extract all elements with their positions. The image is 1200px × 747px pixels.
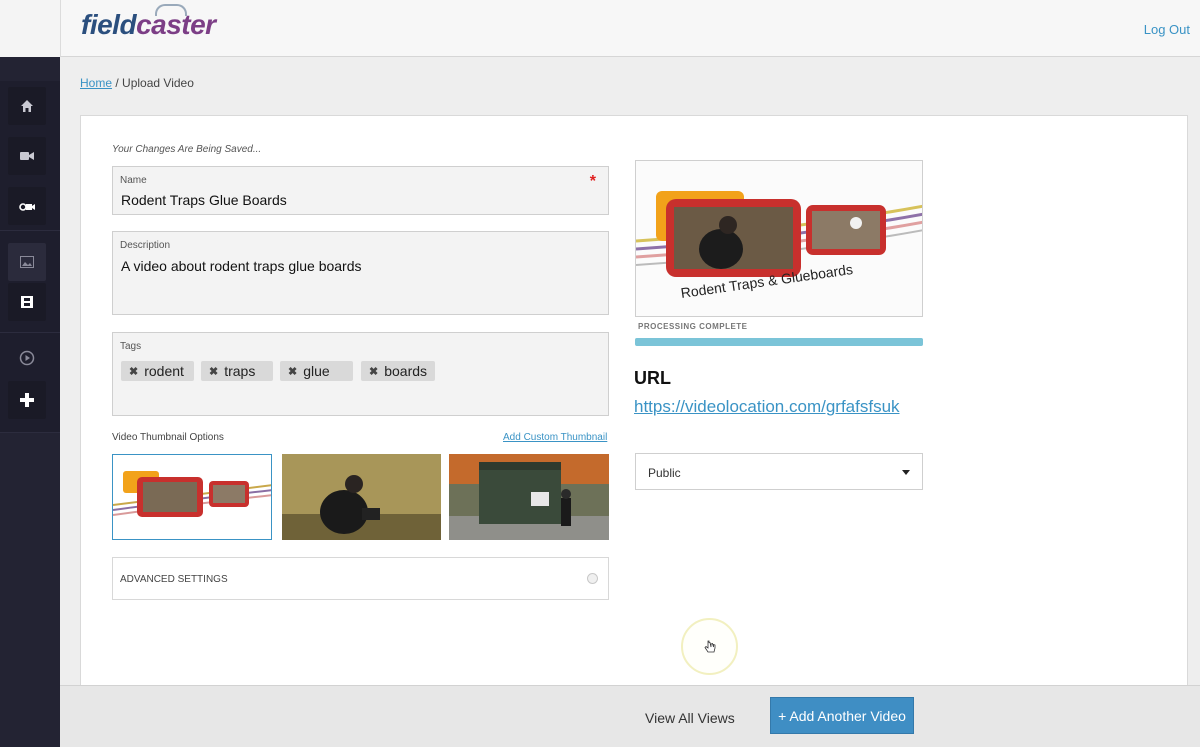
breadcrumb: Home / Upload Video bbox=[80, 76, 194, 90]
video-preview[interactable]: Rodent Traps & Glueboards bbox=[635, 160, 923, 317]
remove-tag-icon[interactable]: ✖ bbox=[288, 365, 297, 378]
logo-text-field: field bbox=[81, 9, 137, 40]
film-icon bbox=[21, 296, 33, 308]
video-url-link[interactable]: https://videolocation.com/grfafsfsuk bbox=[634, 397, 900, 417]
required-marker: * bbox=[589, 173, 596, 190]
name-field-label: Name bbox=[120, 175, 147, 186]
url-heading: URL bbox=[634, 368, 671, 388]
processing-progress-bar bbox=[635, 338, 923, 346]
remove-tag-icon[interactable]: ✖ bbox=[129, 365, 138, 378]
image-icon bbox=[20, 256, 34, 268]
sidebar-group-actions bbox=[0, 333, 60, 433]
sidebar-group-media bbox=[0, 231, 60, 333]
sidebar-item-play[interactable] bbox=[8, 339, 46, 377]
scene-1-thumbnail-image bbox=[282, 454, 441, 540]
processing-progress-fill bbox=[635, 338, 923, 346]
logo-corner bbox=[0, 0, 60, 57]
logo-cloud-icon bbox=[155, 4, 187, 16]
sidebar-item-add[interactable] bbox=[8, 381, 46, 419]
advanced-settings-label: ADVANCED SETTINGS bbox=[120, 574, 228, 585]
video-camera-icon bbox=[20, 152, 34, 160]
description-field-value[interactable]: A video about rodent traps glue boards bbox=[121, 258, 362, 274]
play-circle-icon bbox=[19, 350, 35, 366]
name-field-value[interactable]: Rodent Traps Glue Boards bbox=[121, 192, 287, 208]
scene-2-thumbnail-image bbox=[449, 454, 609, 540]
thumbnail-option-scene-2[interactable] bbox=[449, 454, 609, 540]
thumbnail-options-label: Video Thumbnail Options bbox=[112, 432, 224, 443]
top-bar: fieldcaster Log Out bbox=[60, 0, 1200, 57]
cursor-click-indicator bbox=[681, 618, 738, 675]
sidebar-item-films[interactable] bbox=[8, 283, 46, 321]
expand-circle-icon[interactable] bbox=[587, 573, 598, 584]
caret-down-icon bbox=[902, 470, 910, 475]
view-all-views-link[interactable]: View All Views bbox=[645, 710, 735, 726]
hand-pointer-icon bbox=[703, 640, 715, 652]
tag-chip[interactable]: ✖ traps bbox=[201, 361, 273, 381]
description-field[interactable]: Description A video about rodent traps g… bbox=[112, 231, 609, 315]
tag-label: glue bbox=[303, 363, 330, 379]
sidebar-item-videos[interactable] bbox=[8, 137, 46, 175]
thumbnail-option-scene-1[interactable] bbox=[282, 454, 441, 540]
thumbnail-option-title-card[interactable] bbox=[112, 454, 272, 540]
saving-status: Your Changes Are Being Saved... bbox=[112, 144, 262, 155]
breadcrumb-current: Upload Video bbox=[122, 76, 194, 90]
bottom-action-bar: View All Views + Add Another Video bbox=[60, 685, 1200, 747]
home-icon bbox=[21, 100, 33, 112]
breadcrumb-separator: / bbox=[115, 76, 119, 90]
upload-video-panel: Your Changes Are Being Saved... Name * R… bbox=[80, 115, 1188, 687]
tag-label: rodent bbox=[144, 363, 184, 379]
add-custom-thumbnail-link[interactable]: Add Custom Thumbnail bbox=[503, 432, 607, 443]
name-field[interactable]: Name * Rodent Traps Glue Boards bbox=[112, 166, 609, 215]
tag-chip[interactable]: ✖ rodent bbox=[121, 361, 194, 381]
remove-tag-icon[interactable]: ✖ bbox=[209, 365, 218, 378]
description-field-label: Description bbox=[120, 240, 171, 251]
tags-field[interactable]: Tags ✖ rodent ✖ traps ✖ glue ✖ boards bbox=[112, 332, 609, 416]
advanced-settings-toggle[interactable]: ADVANCED SETTINGS bbox=[112, 557, 609, 600]
tag-chip[interactable]: ✖ glue bbox=[280, 361, 353, 381]
visibility-select-value: Public bbox=[648, 466, 681, 480]
video-preview-image bbox=[636, 161, 922, 316]
sidebar-item-images[interactable] bbox=[8, 243, 46, 281]
plus-icon bbox=[20, 393, 34, 407]
tags-field-label: Tags bbox=[120, 341, 142, 352]
logout-link[interactable]: Log Out bbox=[1144, 22, 1190, 37]
sidebar bbox=[0, 57, 60, 747]
visibility-select[interactable]: Public bbox=[635, 453, 923, 490]
tag-chip[interactable]: ✖ boards bbox=[361, 361, 435, 381]
camcorder-icon bbox=[19, 203, 35, 211]
tag-label: boards bbox=[384, 363, 428, 379]
title-card-thumbnail-image bbox=[113, 455, 271, 539]
breadcrumb-home-link[interactable]: Home bbox=[80, 76, 112, 90]
sidebar-item-home[interactable] bbox=[8, 87, 46, 125]
sidebar-item-upload[interactable] bbox=[8, 187, 46, 225]
remove-tag-icon[interactable]: ✖ bbox=[369, 365, 378, 378]
add-another-video-button[interactable]: + Add Another Video bbox=[770, 697, 914, 734]
fieldcaster-logo[interactable]: fieldcaster bbox=[81, 4, 216, 40]
processing-status: PROCESSING COMPLETE bbox=[638, 322, 748, 331]
tag-label: traps bbox=[224, 363, 256, 379]
sidebar-group-primary bbox=[0, 81, 60, 231]
